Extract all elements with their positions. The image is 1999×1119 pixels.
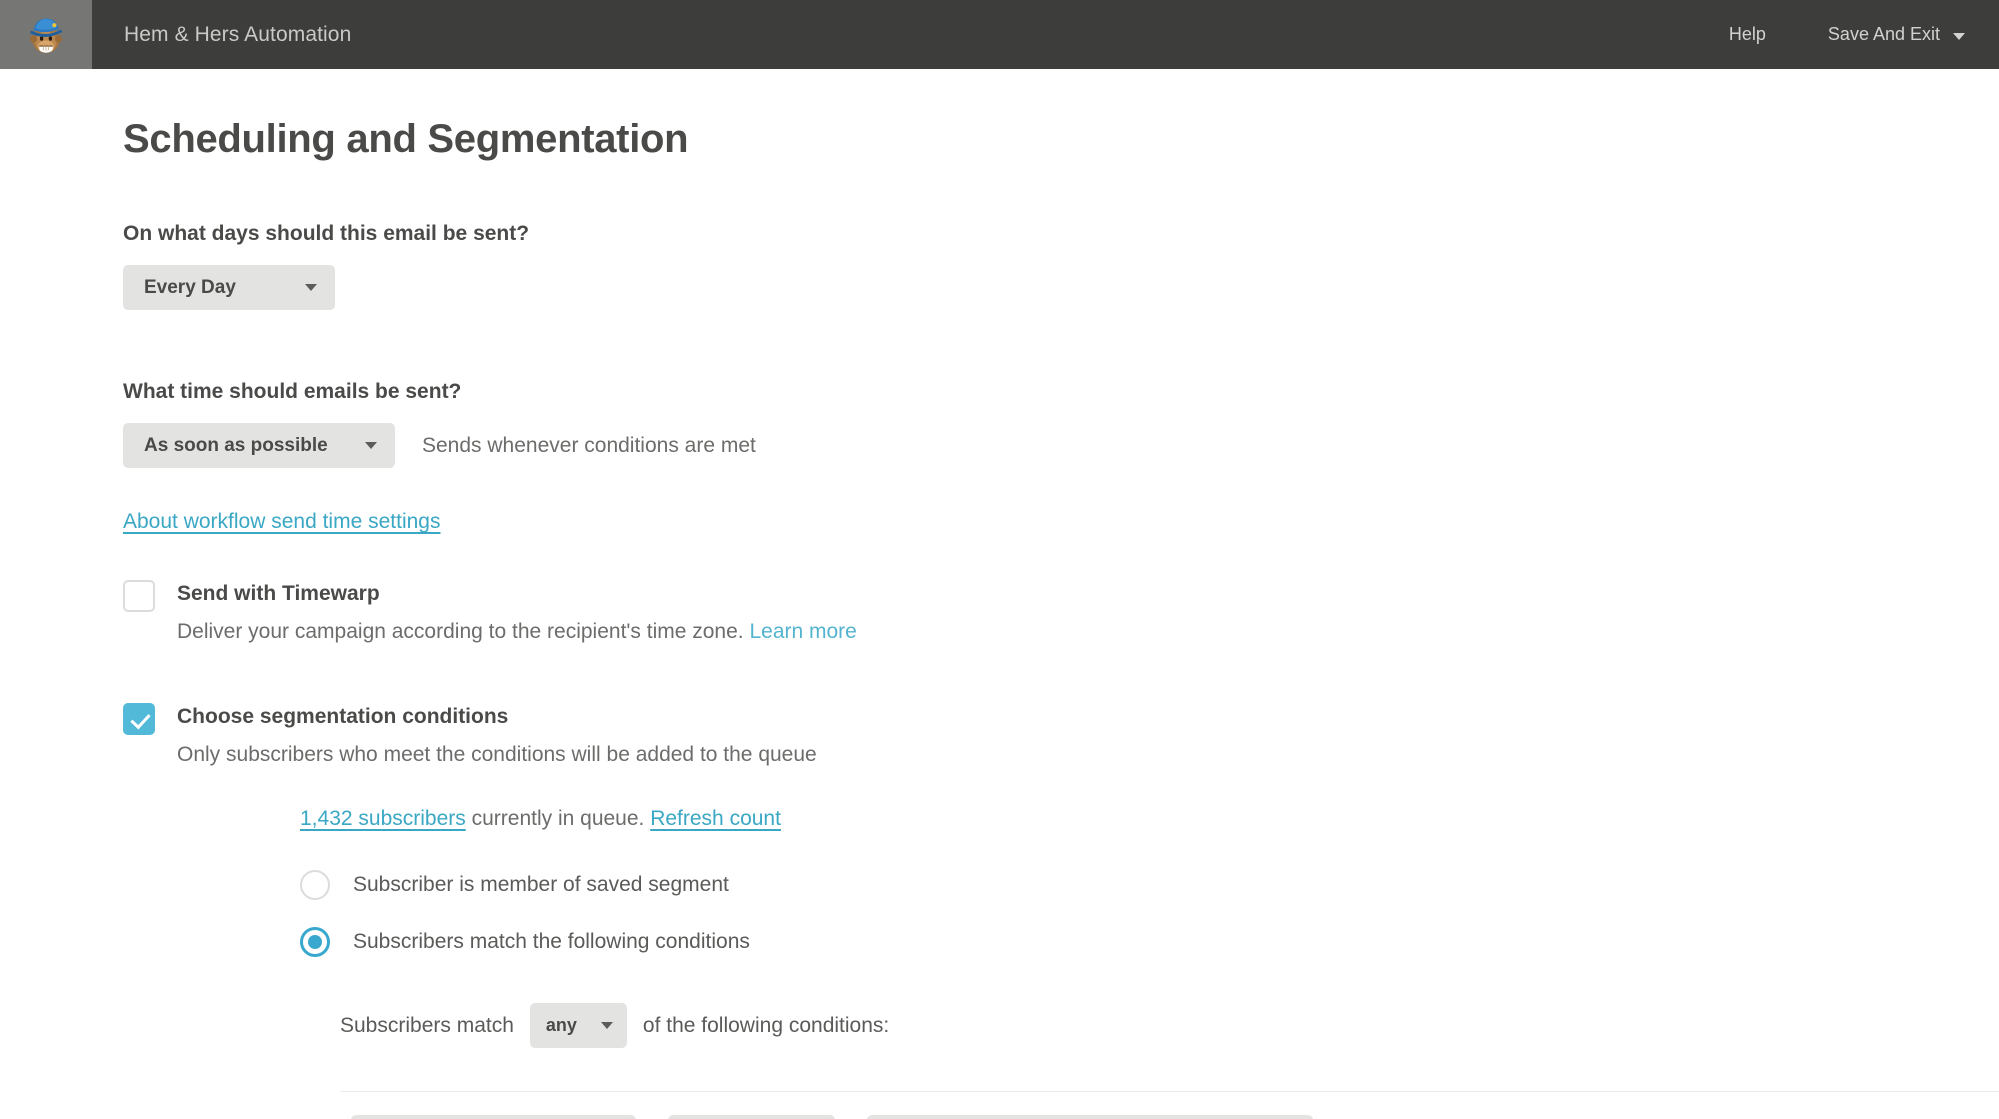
timewarp-option: Send with Timewarp Deliver your campaign… (123, 578, 1999, 643)
mailchimp-freddie-logo[interactable] (0, 0, 92, 69)
timewarp-text: Send with Timewarp Deliver your campaign… (177, 578, 857, 643)
page-title: Scheduling and Segmentation (123, 117, 689, 161)
time-dropdown-value: As soon as possible (144, 434, 328, 456)
conditions-divider (340, 1091, 1999, 1093)
match-prefix-text: Subscribers match (340, 1013, 514, 1037)
timewarp-label: Send with Timewarp (177, 582, 380, 605)
chevron-down-icon (600, 1022, 613, 1030)
timewarp-description-text: Deliver your campaign according to the r… (177, 620, 744, 643)
workflow-name: Hem & Hers Automation (124, 22, 352, 46)
timewarp-checkbox[interactable] (123, 580, 155, 612)
chevron-down-icon (1953, 33, 1965, 40)
condition-row: Date Added is after the last campaign wa… (351, 1115, 1999, 1119)
condition-value-dropdown[interactable]: the last campaign was sent - 11/17/2015 (867, 1115, 1313, 1119)
segmentation-checkbox[interactable] (123, 703, 155, 736)
segmentation-option: Choose segmentation conditions Only subs… (123, 701, 1999, 766)
subscribers-count-link[interactable]: 1,432 subscribers (300, 807, 466, 831)
match-operator-dropdown[interactable]: any (529, 1003, 627, 1049)
radio-saved-segment-label: Subscriber is member of saved segment (353, 873, 729, 897)
page-content: Scheduling and Segmentation On what days… (0, 117, 1999, 1119)
match-operator-row: Subscribers match any of the following c… (340, 1003, 1999, 1049)
match-suffix-text: of the following conditions: (642, 1013, 890, 1037)
days-dropdown-value: Every Day (144, 276, 236, 298)
refresh-count-link[interactable]: Refresh count (650, 807, 781, 831)
top-bar-actions: Help Save And Exit (1729, 24, 1999, 45)
condition-operator-dropdown[interactable]: is after (668, 1115, 835, 1119)
segmentation-text: Choose segmentation conditions Only subs… (177, 701, 817, 766)
top-bar: Hem & Hers Automation Help Save And Exit (0, 0, 1999, 69)
radio-match-conditions[interactable]: Subscribers match the following conditio… (300, 927, 1999, 958)
help-link[interactable]: Help (1729, 24, 1766, 45)
save-and-exit-label: Save And Exit (1827, 24, 1940, 44)
condition-field-dropdown[interactable]: Date Added (351, 1115, 636, 1119)
radio-saved-segment-input[interactable] (300, 870, 330, 901)
radio-saved-segment[interactable]: Subscriber is member of saved segment (300, 870, 1999, 901)
days-question-label: On what days should this email be sent? (123, 222, 530, 245)
about-send-time-link-wrap: About workflow send time settings (123, 510, 1999, 534)
timewarp-learn-more-link[interactable]: Learn more (749, 620, 856, 643)
time-question-label: What time should emails be sent? (123, 380, 462, 403)
chevron-down-icon (365, 442, 377, 449)
timewarp-description: Deliver your campaign according to the r… (177, 620, 857, 643)
about-workflow-send-time-link[interactable]: About workflow send time settings (123, 510, 440, 534)
queue-count-line: 1,432 subscribers currently in queue. Re… (300, 807, 1999, 831)
chevron-down-icon (305, 284, 317, 291)
queue-middle-text: currently in queue. (465, 807, 651, 831)
time-row: As soon as possible Sends whenever condi… (123, 423, 1999, 468)
radio-match-conditions-label: Subscribers match the following conditio… (353, 930, 750, 954)
segmentation-label: Choose segmentation conditions (177, 705, 509, 729)
days-dropdown[interactable]: Every Day (123, 265, 335, 310)
segmentation-description: Only subscribers who meet the conditions… (177, 743, 817, 767)
time-hint-text: Sends whenever conditions are met (422, 433, 756, 457)
match-operator-value: any (545, 1015, 577, 1036)
time-dropdown[interactable]: As soon as possible (123, 423, 395, 468)
save-and-exit-button[interactable]: Save And Exit (1828, 24, 1965, 45)
radio-match-conditions-input[interactable] (300, 927, 330, 958)
